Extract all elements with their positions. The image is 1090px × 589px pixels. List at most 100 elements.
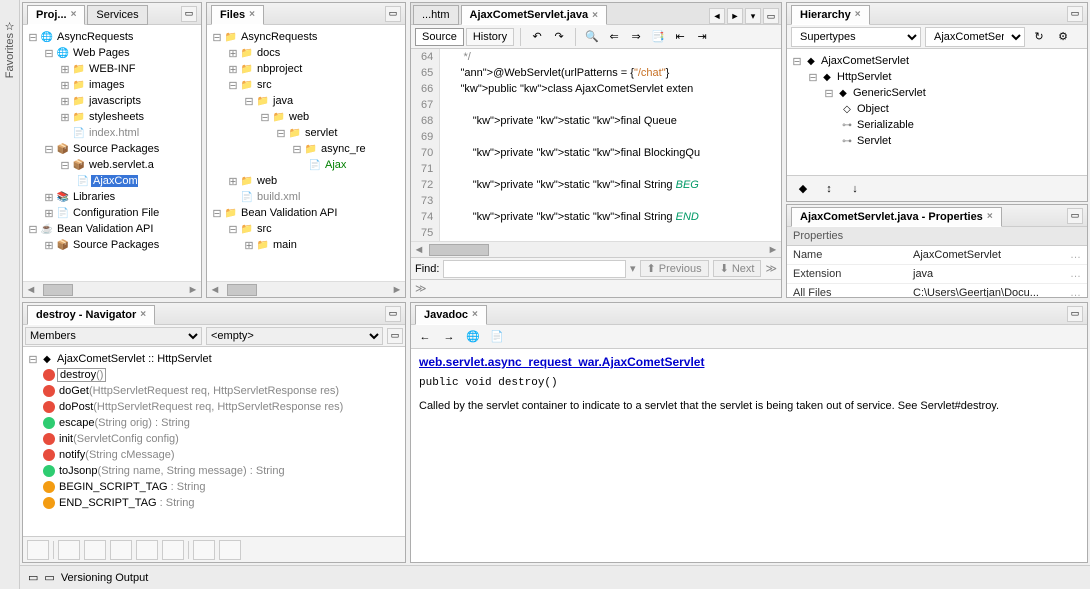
shift-left-icon[interactable]: ⇤ — [670, 27, 690, 47]
tab-projects[interactable]: Proj...× — [27, 5, 85, 25]
previous-button[interactable]: ⬆ Previous — [640, 260, 709, 277]
window2-icon[interactable]: ▭ — [44, 571, 54, 584]
navigator-method[interactable]: END_SCRIPT_TAG : String — [27, 495, 401, 511]
close-icon[interactable]: × — [140, 309, 146, 320]
refresh-icon[interactable]: ↻ — [1029, 27, 1049, 47]
favorites-label[interactable]: Favorites — [4, 33, 16, 78]
find-input[interactable] — [443, 260, 626, 278]
navigator-method[interactable]: BEGIN_SCRIPT_TAG : String — [27, 479, 401, 495]
expand-icon[interactable]: ↓ — [845, 179, 865, 199]
navigator-method[interactable]: destroy() — [27, 367, 401, 383]
find-options[interactable]: ≫ — [411, 279, 781, 297]
tab-services[interactable]: Services — [87, 5, 147, 25]
close-icon[interactable]: × — [71, 9, 77, 20]
projects-tree[interactable]: ⊟🌐AsyncRequests ⊟🌐Web Pages ⊞📁WEB-INF ⊞📁… — [23, 25, 201, 281]
find-label: Find: — [415, 263, 439, 275]
close-icon[interactable]: × — [592, 10, 598, 21]
filter-icon[interactable]: ◆ — [793, 179, 813, 199]
minimize-icon[interactable]: ▭ — [181, 6, 197, 22]
sort-icon[interactable]: ↕ — [819, 179, 839, 199]
hscroll[interactable]: ◄► — [23, 281, 201, 297]
forward-icon[interactable]: → — [439, 327, 459, 347]
browser-icon[interactable]: 🌐 — [463, 327, 483, 347]
tab-navigator[interactable]: destroy - Navigator× — [27, 305, 155, 325]
code-editor[interactable]: 64656667686970717273747576777879 */ "ann… — [411, 49, 781, 241]
back-icon[interactable]: ← — [415, 327, 435, 347]
tab-hierarchy[interactable]: Hierarchy× — [791, 5, 870, 25]
editor-toolbar: Source History ↶ ↷ 🔍 ⇐ ⇒ 📑 ⇤ ⇥ — [411, 25, 781, 49]
close-icon[interactable]: × — [987, 211, 993, 222]
toggle-bookmark-icon[interactable]: 📑 — [648, 27, 668, 47]
hierarchy-panel: Hierarchy× ▭ Supertypes AjaxCometSer... … — [786, 2, 1088, 202]
minimize-icon[interactable]: ▭ — [385, 306, 401, 322]
members-select[interactable]: Members — [25, 327, 202, 345]
tab-htm[interactable]: ...htm — [413, 5, 459, 25]
group-icon[interactable] — [219, 540, 241, 560]
star-icon[interactable]: ☆ — [5, 20, 15, 33]
source-button[interactable]: Source — [415, 28, 464, 46]
find-icon[interactable]: 🔍 — [582, 27, 602, 47]
hscroll[interactable]: ◄► — [207, 281, 405, 297]
property-row[interactable]: All FilesC:\Users\Geertjan\Docu... … — [787, 284, 1087, 298]
tab-properties[interactable]: AjaxCometServlet.java - Properties× — [791, 207, 1002, 227]
property-row[interactable]: Extensionjava … — [787, 265, 1087, 284]
prev-tab-icon[interactable]: ◄ — [709, 8, 725, 24]
back-icon[interactable]: ↶ — [527, 27, 547, 47]
minimize-icon[interactable]: ▭ — [1067, 208, 1083, 224]
javadoc-description: Called by the servlet container to indic… — [419, 399, 1079, 414]
filter3-icon[interactable] — [84, 540, 106, 560]
minimize-icon[interactable]: ▭ — [1067, 306, 1083, 322]
javadoc-content: web.servlet.async_request_war.AjaxCometS… — [411, 349, 1087, 562]
navigator-tree[interactable]: ⊟◆AjaxCometServlet :: HttpServlet destro… — [23, 347, 405, 536]
maximize-icon[interactable]: ▭ — [763, 8, 779, 24]
filter1-icon[interactable] — [27, 540, 49, 560]
find-bar: Find: ▾ ⬆ Previous ⬇ Next ≫ — [411, 257, 781, 279]
navigator-method[interactable]: doGet(HttpServletRequest req, HttpServle… — [27, 383, 401, 399]
navigator-method[interactable]: notify(String cMessage) — [27, 447, 401, 463]
dropdown-icon[interactable]: ▾ — [745, 8, 761, 24]
tab-javadoc[interactable]: Javadoc× — [415, 305, 487, 325]
tab-files[interactable]: Files× — [211, 5, 264, 25]
navigator-method[interactable]: init(ServletConfig config) — [27, 431, 401, 447]
settings-icon[interactable]: ▭ — [387, 328, 403, 344]
filter6-icon[interactable] — [162, 540, 184, 560]
history-button[interactable]: History — [466, 28, 514, 46]
property-row[interactable]: NameAjaxCometServlet … — [787, 246, 1087, 265]
empty-select[interactable]: <empty> — [206, 327, 383, 345]
settings-icon[interactable]: ⚙ — [1053, 27, 1073, 47]
navigator-panel: destroy - Navigator× ▭ Members <empty> ▭… — [22, 302, 406, 563]
close-icon[interactable]: × — [855, 9, 861, 20]
files-panel: Files× ▭ ⊟📁AsyncRequests ⊞📁docs ⊞📁nbproj… — [206, 2, 406, 298]
properties-table: Properties NameAjaxCometServlet …Extensi… — [787, 227, 1087, 297]
filter4-icon[interactable] — [110, 540, 132, 560]
navigator-method[interactable]: escape(String orig) : String — [27, 415, 401, 431]
filter2-icon[interactable] — [58, 540, 80, 560]
javadoc-signature: public void destroy() — [419, 377, 1079, 389]
navigator-method[interactable]: toJsonp(String name, String message) : S… — [27, 463, 401, 479]
sort-icon[interactable] — [193, 540, 215, 560]
prev-bookmark-icon[interactable]: ⇐ — [604, 27, 624, 47]
next-button[interactable]: ⬇ Next — [713, 260, 762, 277]
files-tree[interactable]: ⊟📁AsyncRequests ⊞📁docs ⊞📁nbproject ⊟📁src… — [207, 25, 405, 281]
navigator-footer — [23, 536, 405, 562]
editor-hscroll[interactable]: ◄► — [411, 241, 781, 257]
minimize-icon[interactable]: ▭ — [1067, 6, 1083, 22]
next-tab-icon[interactable]: ► — [727, 8, 743, 24]
shift-right-icon[interactable]: ⇥ — [692, 27, 712, 47]
class-select[interactable]: AjaxCometSer... — [925, 27, 1025, 47]
close-icon[interactable]: × — [249, 9, 255, 20]
next-bookmark-icon[interactable]: ⇒ — [626, 27, 646, 47]
javadoc-panel: Javadoc× ▭ ← → 🌐 📄 web.servlet.async_req… — [410, 302, 1088, 563]
javadoc-class-link[interactable]: web.servlet.async_request_war.AjaxCometS… — [419, 355, 1079, 369]
window-icon[interactable]: ▭ — [28, 571, 38, 584]
versioning-output[interactable]: Versioning Output — [61, 572, 148, 584]
tab-ajaxcomet[interactable]: AjaxCometServlet.java× — [461, 5, 607, 25]
source-icon[interactable]: 📄 — [487, 327, 507, 347]
navigator-method[interactable]: doPost(HttpServletRequest req, HttpServl… — [27, 399, 401, 415]
supertypes-select[interactable]: Supertypes — [791, 27, 921, 47]
hierarchy-tree[interactable]: ⊟◆AjaxCometServlet ⊟◆HttpServlet ⊟◆Gener… — [787, 49, 1087, 175]
filter5-icon[interactable] — [136, 540, 158, 560]
minimize-icon[interactable]: ▭ — [385, 6, 401, 22]
forward-icon[interactable]: ↷ — [549, 27, 569, 47]
close-icon[interactable]: × — [472, 309, 478, 320]
